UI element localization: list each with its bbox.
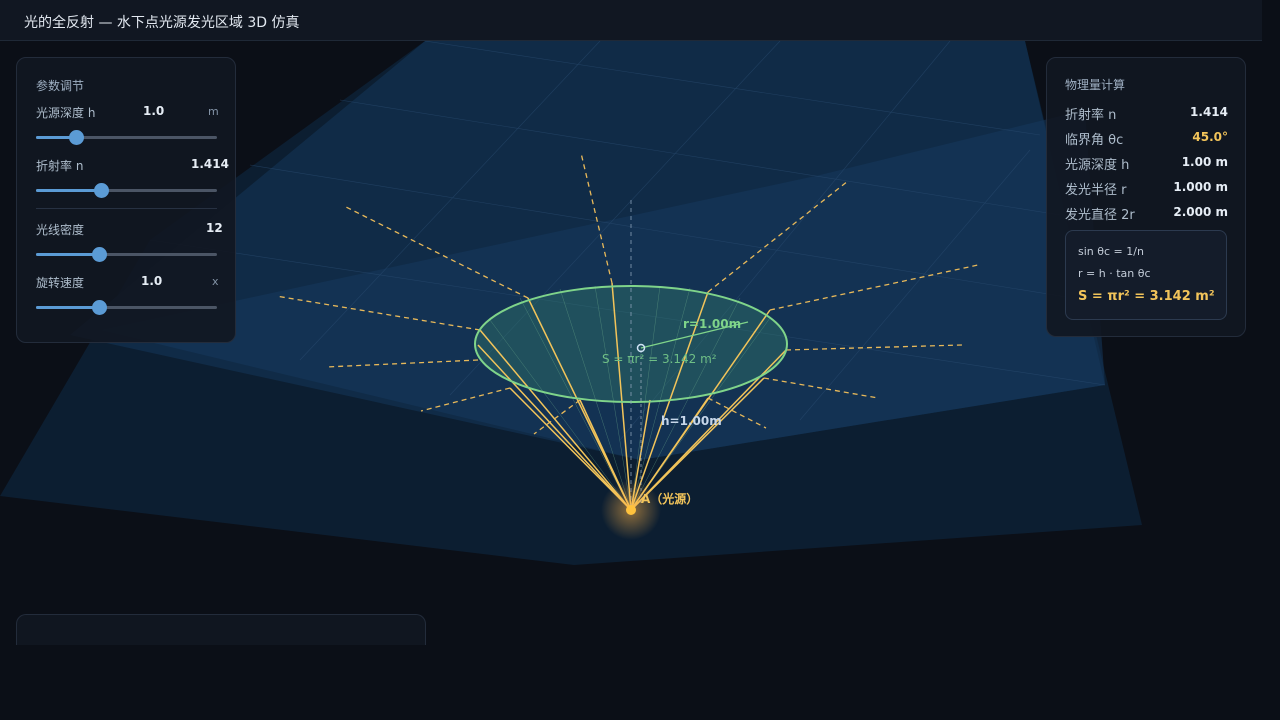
physics-title: 物理量计算 bbox=[1065, 78, 1126, 92]
index-label: 折射率 n bbox=[36, 159, 84, 173]
controls-panel: 参数调节 光源深度 h 1.0 m 折射率 n 1.414 光线密度 12 旋转… bbox=[16, 57, 236, 343]
source-label: A（光源） bbox=[641, 491, 698, 506]
formula-area: S = πr² = 3.142 m² bbox=[1078, 289, 1215, 304]
row-value-depth: 1.00 m bbox=[1181, 155, 1228, 169]
controls-title: 参数调节 bbox=[36, 79, 85, 93]
radius-label: r=1.00m bbox=[683, 317, 741, 331]
depth-unit: m bbox=[208, 105, 219, 118]
area-label: S = πr² = 3.142 m² bbox=[602, 352, 717, 366]
depth-slider-thumb[interactable] bbox=[68, 130, 84, 145]
row-label-radius: 发光半径 r bbox=[1065, 183, 1127, 198]
formula-box: sin θc = 1/n r = h · tan θc S = πr² = 3.… bbox=[1065, 230, 1227, 320]
speed-label: 旋转速度 bbox=[36, 276, 85, 290]
depth-label: 光源深度 h bbox=[36, 106, 96, 120]
speed-unit: x bbox=[212, 275, 219, 288]
index-slider-thumb[interactable] bbox=[94, 183, 110, 198]
depth-label: h=1.00m bbox=[661, 414, 722, 428]
row-label-diameter: 发光直径 2r bbox=[1065, 208, 1135, 223]
row-value-radius: 1.000 m bbox=[1173, 180, 1228, 194]
speed-value: 1.0 bbox=[141, 274, 163, 288]
depth-value: 1.0 bbox=[143, 104, 165, 118]
depth-slider[interactable] bbox=[36, 130, 217, 145]
density-slider-thumb[interactable] bbox=[92, 247, 108, 262]
formula-sin: sin θc = 1/n bbox=[1078, 245, 1144, 258]
row-value-diameter: 2.000 m bbox=[1173, 205, 1228, 219]
light-source-point[interactable] bbox=[626, 505, 636, 515]
row-label-critical-angle: 临界角 θc bbox=[1065, 133, 1124, 148]
index-value: 1.414 bbox=[191, 157, 229, 171]
page-title: 光的全反射 — 水下点光源发光区域 3D 仿真 bbox=[24, 15, 300, 31]
bottom-panel bbox=[16, 614, 426, 645]
formula-radius: r = h · tan θc bbox=[1078, 267, 1151, 280]
row-value-index: 1.414 bbox=[1190, 105, 1228, 119]
physics-panel: 物理量计算 折射率 n 1.414 临界角 θc 45.0° 光源深度 h 1.… bbox=[1046, 57, 1246, 337]
density-label: 光线密度 bbox=[36, 223, 85, 237]
density-slider[interactable] bbox=[36, 247, 217, 262]
speed-slider-thumb[interactable] bbox=[92, 300, 108, 315]
index-slider[interactable] bbox=[36, 183, 217, 198]
density-value: 12 bbox=[206, 221, 223, 235]
speed-slider[interactable] bbox=[36, 300, 217, 315]
title-bar: 光的全反射 — 水下点光源发光区域 3D 仿真 bbox=[0, 0, 1262, 41]
row-label-index: 折射率 n bbox=[1065, 108, 1117, 123]
divider bbox=[36, 208, 217, 209]
row-label-depth: 光源深度 h bbox=[1065, 158, 1130, 173]
row-value-critical-angle: 45.0° bbox=[1192, 130, 1228, 144]
